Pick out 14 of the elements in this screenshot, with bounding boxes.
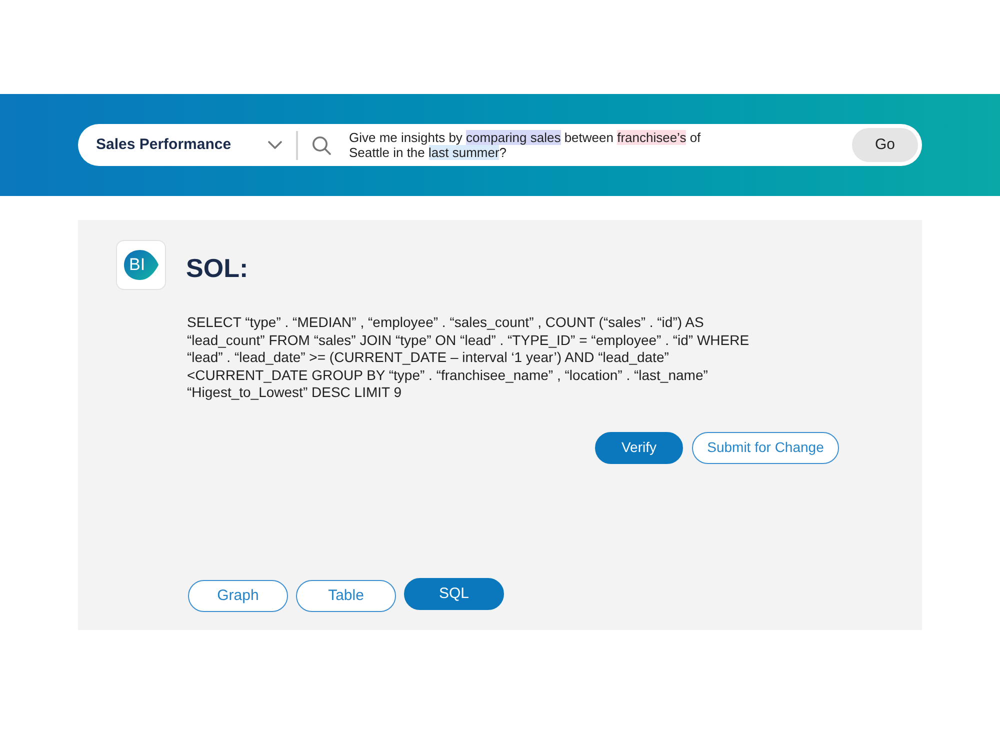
verify-button[interactable]: Verify [595, 432, 683, 464]
search-icon [312, 136, 331, 154]
sql-query-text: SELECT “type” . “MEDIAN” , “employee” . “sales_count” , COUNT (“sales” . “id”) AS “lead_count” FROM “sales” JOIN “type” ON “lead” . “TYPE_ID” = “employee” . “id” WHERE “lead” . “lead_date” >= (CURRENT_DATE – interval ‘1 year’) AND “lead_date” <CURRENT_DATE GROUP BY “type” . “franchisee_name” , “location” . “last_name” “Higest_to_Lowest” DESC LIMIT 9 [187, 314, 750, 402]
submit-button[interactable]: Submit for Change [692, 432, 839, 464]
view-tab[interactable]: Table [296, 580, 396, 612]
query-text[interactable]: Give me insights by comparing sales between franchisee’s of Seattle in the last summer? [349, 130, 701, 160]
logo-text: BI [129, 255, 146, 275]
go-button[interactable]: Go [852, 128, 918, 162]
dataset-dropdown[interactable]: Sales Performance [96, 130, 282, 160]
result-title: SOL: [186, 252, 248, 284]
view-tab[interactable]: SQL [404, 578, 504, 610]
blob-icon [123, 249, 159, 281]
chevron-down-icon [268, 141, 282, 149]
view-tab[interactable]: Graph [188, 580, 288, 612]
